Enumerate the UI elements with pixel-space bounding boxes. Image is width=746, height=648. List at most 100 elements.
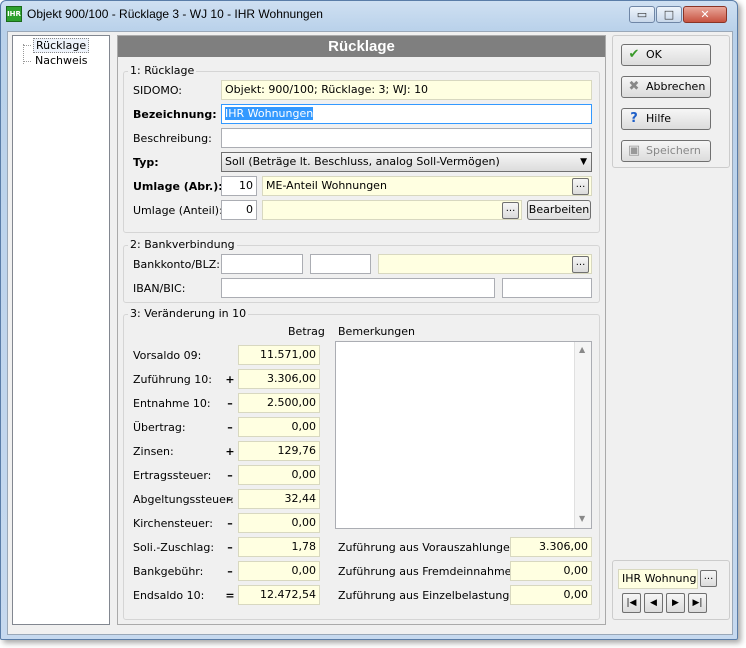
- abbrechen-label: Abbrechen: [646, 80, 706, 93]
- tree-item-ruecklage[interactable]: Rücklage: [33, 38, 90, 53]
- abbrechen-button[interactable]: ✖ Abbrechen: [621, 76, 711, 98]
- bic-input[interactable]: [502, 278, 592, 298]
- betrag-row-value[interactable]: 11.571,00: [238, 345, 320, 365]
- first-record-button[interactable]: |◀: [622, 593, 641, 613]
- checkmark-icon: ✔: [628, 47, 640, 62]
- betrag-row-label: Zuführung 10:: [133, 373, 212, 386]
- zufuehrung-label: Zuführung aus Vorauszahlungen:: [338, 541, 521, 554]
- betrag-row-sign: +: [225, 445, 235, 458]
- app-icon: IHR: [6, 6, 22, 22]
- scroll-down-icon[interactable]: ▼: [579, 514, 585, 523]
- iban-input[interactable]: [221, 278, 495, 298]
- betrag-row-value[interactable]: 1,78: [238, 537, 320, 557]
- zufuehrung-value: 0,00: [510, 561, 592, 581]
- umlage-abr-browse-button[interactable]: ...: [572, 178, 589, 195]
- betrag-row-sign: –: [227, 397, 233, 410]
- betrag-row-value[interactable]: 32,44: [238, 489, 320, 509]
- bezeichnung-label: Bezeichnung:: [133, 108, 217, 121]
- tree-connector: [23, 61, 31, 62]
- umlage-abr-text: ME-Anteil Wohnungen: [262, 176, 592, 196]
- cancel-x-icon: ✖: [628, 79, 640, 94]
- bemerkungen-header: Bemerkungen: [338, 325, 416, 338]
- beschreibung-input[interactable]: [221, 128, 592, 148]
- maximize-button[interactable]: □: [656, 6, 682, 23]
- zufuehrung-value: 3.306,00: [510, 537, 592, 557]
- window-title: Objekt 900/100 - Rücklage 3 - WJ 10 - IH…: [27, 7, 323, 21]
- umlage-anteil-browse-button[interactable]: ...: [502, 202, 519, 219]
- section-bankverbindung: 2: Bankverbindung Bankkonto/BLZ: ... IBA…: [123, 238, 600, 303]
- betrag-row-label: Vorsaldo 09:: [133, 349, 202, 362]
- betrag-row-label: Bankgebühr:: [133, 565, 204, 578]
- iban-label: IBAN/BIC:: [133, 282, 186, 295]
- last-record-button[interactable]: ▶|: [688, 593, 707, 613]
- window-client: Rücklage Nachweis Rücklage 1: Rücklage S…: [7, 31, 733, 635]
- betrag-row-label: Entnahme 10:: [133, 397, 211, 410]
- betrag-row-label: Abgeltungssteuer:: [133, 493, 234, 506]
- close-button[interactable]: ✕: [683, 6, 727, 23]
- bezeichnung-text: IHR Wohnungen: [225, 107, 314, 120]
- betrag-row-value[interactable]: 3.306,00: [238, 369, 320, 389]
- bemerkungen-scrollbar[interactable]: ▲ ▼: [574, 342, 591, 528]
- ok-button[interactable]: ✔ OK: [621, 44, 711, 66]
- typ-value: Soll (Beträge lt. Beschluss, analog Soll…: [225, 155, 500, 168]
- section-ruecklage: 1: Rücklage SIDOMO: Objekt: 900/100; Rüc…: [123, 64, 600, 233]
- betrag-row-label: Endsaldo 10:: [133, 589, 205, 602]
- tree-item-nachweis[interactable]: Nachweis: [33, 54, 90, 67]
- blz-input[interactable]: [310, 254, 371, 274]
- bearbeiten-button[interactable]: Bearbeiten: [527, 200, 591, 220]
- record-navigator: IHR Wohnungen ... |◀ ◀ ▶ ▶|: [612, 560, 730, 620]
- application-window: IHR Objekt 900/100 - Rücklage 3 - WJ 10 …: [0, 0, 738, 640]
- sidomo-field: Objekt: 900/100; Rücklage: 3; WJ: 10: [221, 80, 592, 100]
- betrag-header: Betrag: [288, 325, 325, 338]
- save-disk-icon: ▣: [627, 143, 641, 158]
- scroll-up-icon[interactable]: ▲: [579, 345, 585, 354]
- record-browse-button[interactable]: ...: [700, 570, 717, 587]
- ok-label: OK: [646, 48, 662, 61]
- betrag-row-value[interactable]: 12.472,54: [238, 585, 320, 605]
- betrag-row-label: Zinsen:: [133, 445, 174, 458]
- umlage-anteil-label: Umlage (Anteil):: [133, 204, 223, 217]
- zufuehrung-label: Zuführung aus Fremdeinnahmen:: [338, 565, 523, 578]
- section-title: 3: Veränderung in 10: [128, 307, 249, 320]
- zufuehrung-label: Zuführung aus Einzelbelastungen:: [338, 589, 527, 602]
- bankkonto-input[interactable]: [221, 254, 303, 274]
- bemerkungen-textarea[interactable]: [335, 341, 592, 529]
- betrag-row-sign: +: [225, 373, 235, 386]
- betrag-row-sign: –: [227, 541, 233, 554]
- minimize-button[interactable]: ▭: [629, 6, 655, 23]
- betrag-row-sign: –: [227, 469, 233, 482]
- betrag-row-label: Kirchensteuer:: [133, 517, 213, 530]
- tree-connector: [23, 45, 31, 46]
- betrag-row-label: Ertragssteuer:: [133, 469, 212, 482]
- speichern-button[interactable]: ▣ Speichern: [621, 140, 711, 162]
- umlage-abr-number[interactable]: 10: [221, 176, 257, 196]
- navigation-tree: Rücklage Nachweis: [12, 35, 110, 625]
- page-title: Rücklage: [118, 36, 605, 57]
- chevron-down-icon: ▼: [580, 157, 587, 167]
- section-title: 1: Rücklage: [128, 64, 197, 77]
- umlage-anteil-number[interactable]: 0: [221, 200, 257, 220]
- record-name-field: IHR Wohnungen: [618, 569, 698, 589]
- bezeichnung-input[interactable]: IHR Wohnungen: [221, 104, 592, 124]
- betrag-row-sign: –: [227, 493, 233, 506]
- beschreibung-label: Beschreibung:: [133, 132, 212, 145]
- betrag-row-value[interactable]: 0,00: [238, 417, 320, 437]
- betrag-row-label: Soli.-Zuschlag:: [133, 541, 215, 554]
- umlage-abr-label: Umlage (Abr.):: [133, 180, 223, 193]
- next-record-button[interactable]: ▶: [666, 593, 685, 613]
- typ-select[interactable]: Soll (Beträge lt. Beschluss, analog Soll…: [221, 152, 592, 172]
- betrag-row-value[interactable]: 129,76: [238, 441, 320, 461]
- betrag-row-sign: –: [227, 565, 233, 578]
- hilfe-label: Hilfe: [646, 112, 672, 125]
- bankkonto-label: Bankkonto/BLZ:: [133, 258, 220, 271]
- betrag-row-value[interactable]: 0,00: [238, 561, 320, 581]
- help-icon: ?: [630, 111, 638, 126]
- betrag-row-value[interactable]: 0,00: [238, 513, 320, 533]
- bank-browse-button[interactable]: ...: [572, 256, 589, 273]
- betrag-row-value[interactable]: 0,00: [238, 465, 320, 485]
- umlage-anteil-text: [262, 200, 522, 220]
- hilfe-button[interactable]: ? Hilfe: [621, 108, 711, 130]
- action-buttons: ✔ OK ✖ Abbrechen ? Hilfe ▣ Speichern: [612, 35, 730, 168]
- prev-record-button[interactable]: ◀: [644, 593, 663, 613]
- betrag-row-value[interactable]: 2.500,00: [238, 393, 320, 413]
